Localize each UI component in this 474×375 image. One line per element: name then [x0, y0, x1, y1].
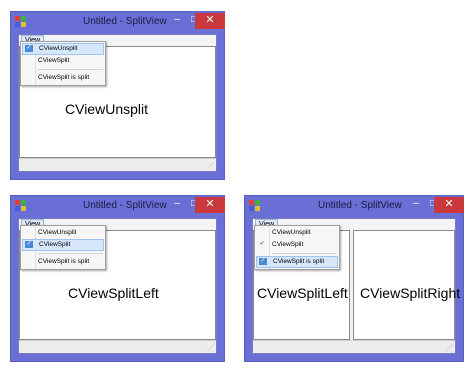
- menu-item-cviewsplit[interactable]: ✓ CViewSplit: [22, 239, 104, 251]
- splitview-window-unsplit: Untitled - SplitView – □ ✕ View CViewUns…: [10, 11, 225, 180]
- menu-item-cviewunsplit[interactable]: ✓ CViewUnsplit: [22, 43, 104, 55]
- splitview-window-split-both: Untitled - SplitView – □ ✕ View CViewSpl…: [244, 195, 464, 362]
- window-title: Untitled - SplitView: [83, 200, 167, 211]
- close-button[interactable]: ✕: [195, 197, 225, 213]
- menu-item-cviewsplit-is-split[interactable]: CViewSplit is split: [21, 72, 105, 84]
- checkmark-icon: ✓: [259, 241, 265, 247]
- status-bar: ⋰: [19, 340, 216, 353]
- view-menu-popup: ✓ CViewUnsplit CViewSplit CViewSplit is …: [20, 41, 106, 86]
- resize-grip-icon[interactable]: ⋰: [207, 162, 214, 170]
- app-icon[interactable]: [15, 200, 27, 212]
- menu-separator: [38, 253, 103, 254]
- menu-item-cviewunsplit[interactable]: CViewUnsplit: [255, 227, 339, 239]
- pane-label: CViewSplitLeft: [257, 285, 348, 301]
- window-title: Untitled - SplitView: [318, 200, 402, 211]
- checkmark-icon: ✓: [25, 45, 33, 52]
- checkmark-icon: ✓: [25, 241, 33, 248]
- menu-item-label: CViewSplit is split: [273, 258, 325, 265]
- window-title: Untitled - SplitView: [83, 16, 167, 27]
- pane-label: CViewUnsplit: [65, 101, 148, 117]
- title-bar[interactable]: Untitled - SplitView – □ ✕: [245, 196, 464, 218]
- menu-item-cviewunsplit[interactable]: CViewUnsplit: [21, 227, 105, 239]
- menu-item-label: CViewUnsplit: [272, 229, 311, 236]
- app-icon[interactable]: [15, 16, 27, 28]
- menu-separator: [38, 69, 103, 70]
- close-button[interactable]: ✕: [434, 197, 464, 213]
- menu-item-label: CViewSplit: [38, 57, 70, 64]
- app-icon[interactable]: [249, 200, 261, 212]
- status-bar: ⋰: [253, 340, 455, 353]
- pane-label: CViewSplitLeft: [68, 285, 159, 301]
- menu-item-cviewsplit[interactable]: ✓ CViewSplit: [255, 239, 339, 251]
- close-button[interactable]: ✕: [195, 13, 225, 29]
- resize-grip-icon[interactable]: ⋰: [207, 344, 214, 352]
- title-bar[interactable]: Untitled - SplitView – □ ✕: [11, 196, 225, 218]
- status-bar: ⋰: [19, 158, 216, 171]
- menu-item-label: CViewUnsplit: [38, 229, 77, 236]
- menu-item-label: CViewSplit is split: [38, 258, 90, 265]
- view-menu-popup: CViewUnsplit ✓ CViewSplit ✓ CViewSplit i…: [254, 225, 340, 270]
- splitview-window-split-left: Untitled - SplitView – □ ✕ View CViewSpl…: [10, 195, 225, 362]
- menu-item-cviewsplit[interactable]: CViewSplit: [21, 55, 105, 67]
- view-menu-popup: CViewUnsplit ✓ CViewSplit CViewSplit is …: [20, 225, 106, 270]
- resize-grip-icon[interactable]: ⋰: [446, 344, 453, 352]
- menu-item-cviewsplit-is-split[interactable]: ✓ CViewSplit is split: [256, 256, 338, 268]
- menu-item-label: CViewUnsplit: [39, 45, 78, 52]
- title-bar[interactable]: Untitled - SplitView – □ ✕: [11, 12, 225, 34]
- pane-label: CViewSplitRight: [360, 285, 461, 301]
- right-view-pane[interactable]: CViewSplitRight: [353, 230, 460, 340]
- menu-item-label: CViewSplit: [272, 241, 304, 248]
- menu-item-label: CViewSplit is split: [38, 74, 90, 81]
- checkmark-icon: ✓: [259, 258, 267, 265]
- menu-separator: [272, 253, 337, 254]
- menu-item-label: CViewSplit: [39, 241, 71, 248]
- menu-item-cviewsplit-is-split[interactable]: CViewSplit is split: [21, 256, 105, 268]
